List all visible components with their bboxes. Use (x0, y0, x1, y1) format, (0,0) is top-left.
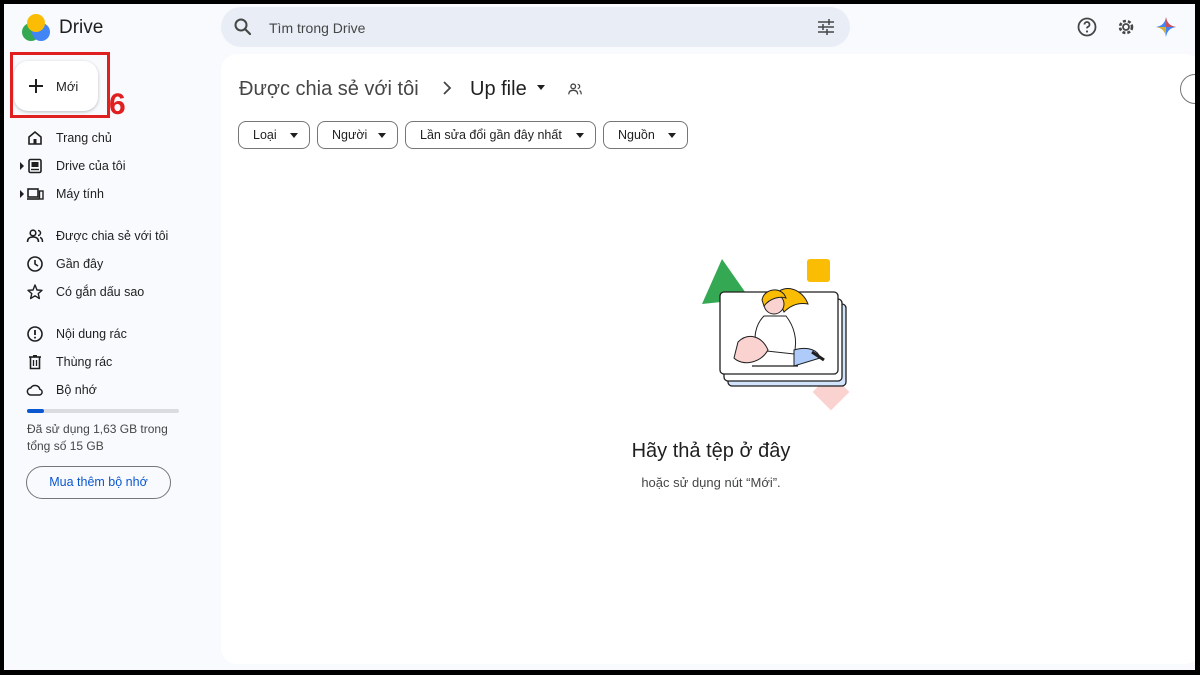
star-icon (27, 284, 43, 300)
chevron-right-icon (443, 81, 452, 95)
annotation-step-number: 6 (109, 88, 126, 121)
sidebar-item-label: Bộ nhớ (56, 383, 97, 397)
dropdown-arrow-icon[interactable] (536, 84, 546, 92)
cloud-icon (26, 384, 43, 396)
search-bar[interactable]: Tìm trong Drive (221, 7, 850, 47)
search-options-icon[interactable] (816, 17, 836, 37)
sidebar-item-my-drive[interactable]: Drive của tôi (4, 154, 214, 178)
sidebar-item-trash[interactable]: Thùng rác (4, 350, 214, 374)
empty-state-title: Hãy thả tệp ở đây (631, 440, 791, 462)
gemini-icon[interactable] (1154, 15, 1178, 39)
sidebar-item-label: Máy tính (56, 187, 104, 201)
expand-arrow-icon[interactable] (18, 161, 26, 171)
buy-storage-button[interactable]: Mua thêm bộ nhớ (26, 466, 171, 499)
sidebar-item-label: Nội dung rác (56, 327, 127, 341)
sidebar-item-starred[interactable]: Có gắn dấu sao (4, 280, 214, 304)
app-window: Drive Tìm trong Drive Mới 6 Trang chủ Dr… (4, 4, 1195, 670)
filter-chip-label: Loại (253, 128, 277, 142)
sidebar-item-label: Thùng rác (56, 355, 113, 369)
breadcrumb-parent[interactable]: Được chia sẻ với tôi (239, 78, 419, 101)
storage-usage-fill (27, 409, 44, 413)
filter-chip-label: Lần sửa đổi gần đây nhất (420, 128, 562, 142)
drive-logo[interactable] (20, 12, 52, 44)
breadcrumb-current[interactable]: Up file (470, 78, 527, 101)
dropdown-arrow-icon (576, 133, 584, 138)
filter-type-chip[interactable]: Loại (238, 121, 310, 149)
annotation-highlight-box (10, 52, 110, 118)
filter-chip-label: Nguồn (618, 128, 655, 142)
main-panel: Được chia sẻ với tôi Up file Loại Người … (221, 54, 1195, 664)
app-title[interactable]: Drive (59, 17, 103, 39)
expand-arrow-icon[interactable] (18, 189, 26, 199)
dropdown-arrow-icon (668, 133, 676, 138)
filter-modified-chip[interactable]: Lần sửa đổi gần đây nhất (405, 121, 596, 149)
storage-usage-text: Đã sử dụng 1,63 GB trong tổng số 15 GB (27, 422, 168, 453)
sidebar-item-spam[interactable]: Nội dung rác (4, 322, 214, 346)
my-drive-icon (28, 158, 42, 174)
settings-icon[interactable] (1114, 15, 1138, 39)
home-icon (28, 130, 42, 145)
sidebar-item-home[interactable]: Trang chủ (4, 126, 214, 150)
shared-folder-icon[interactable] (567, 81, 583, 97)
sidebar-item-recent[interactable]: Gần đây (4, 252, 214, 276)
trash-icon (29, 355, 41, 370)
sidebar-item-shared[interactable]: Được chia sẻ với tôi (4, 224, 214, 248)
filter-chip-label: Người (332, 128, 368, 142)
sidebar-item-label: Gần đây (56, 257, 104, 271)
computer-icon (27, 188, 44, 200)
empty-state-subtitle: hoặc sử dụng nút “Mới”. (641, 475, 781, 490)
sidebar-item-label: Có gắn dấu sao (56, 285, 145, 299)
empty-state-illustration (702, 259, 850, 410)
sidebar-item-label: Được chia sẻ với tôi (56, 229, 169, 243)
filter-people-chip[interactable]: Người (317, 121, 398, 149)
dropdown-arrow-icon (290, 133, 298, 138)
sidebar-item-label: Trang chủ (56, 131, 112, 145)
clock-icon (27, 256, 43, 272)
filter-source-chip[interactable]: Nguồn (603, 121, 688, 149)
spam-icon (27, 326, 43, 342)
storage-usage-bar (27, 409, 179, 413)
details-toggle-button[interactable] (1180, 74, 1195, 104)
dropdown-arrow-icon (378, 133, 386, 138)
help-icon[interactable] (1075, 15, 1099, 39)
shared-icon (26, 229, 44, 243)
search-icon[interactable] (233, 17, 253, 37)
search-input[interactable]: Tìm trong Drive (269, 20, 365, 36)
sidebar-item-computers[interactable]: Máy tính (4, 182, 214, 206)
sidebar-item-label: Drive của tôi (56, 159, 126, 173)
sidebar-item-storage[interactable]: Bộ nhớ (4, 378, 214, 402)
